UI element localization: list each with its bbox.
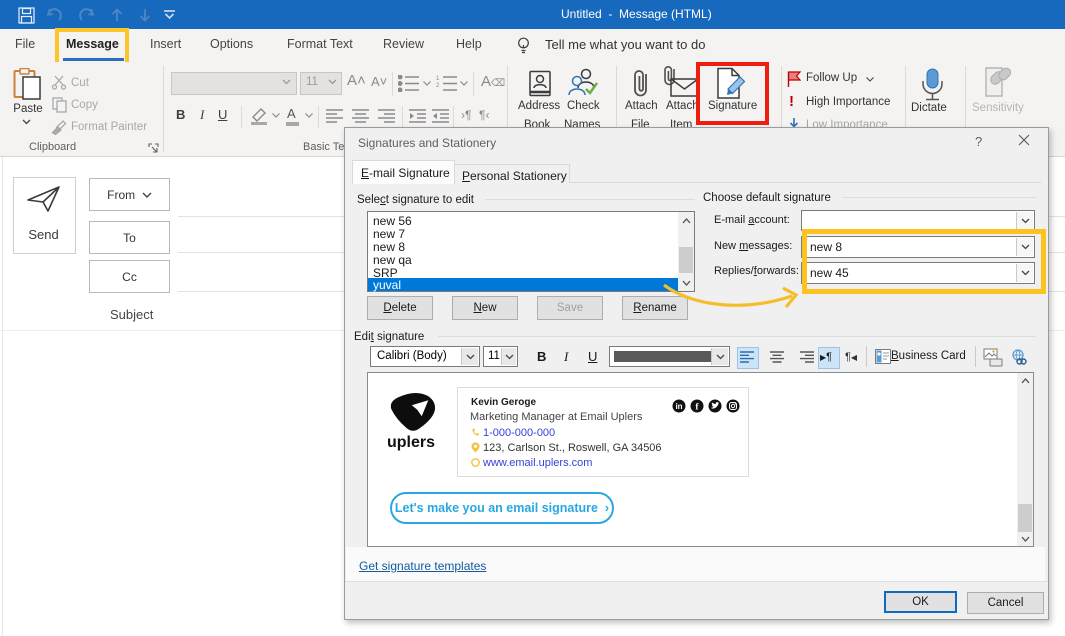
svg-text:1: 1 — [436, 76, 440, 82]
svg-text:2: 2 — [436, 83, 440, 89]
svg-text:in: in — [675, 402, 682, 411]
